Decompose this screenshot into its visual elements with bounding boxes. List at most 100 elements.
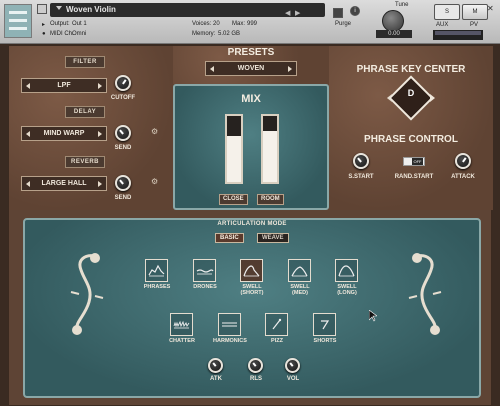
memory-label: Memory: (192, 31, 216, 37)
atk-knob[interactable] (208, 358, 223, 373)
camera-icon[interactable] (333, 8, 343, 18)
key-center-selector[interactable] (388, 75, 434, 121)
swell-med-icon (291, 266, 308, 277)
room-label: ROOM (257, 194, 284, 205)
drones-button[interactable] (193, 259, 216, 282)
articulation-section: ARTICULATION MODE BASIC WEAVE PHRASES DR… (23, 218, 481, 398)
mute-button[interactable]: M (462, 4, 488, 20)
prev-arrow-icon[interactable] (26, 131, 30, 137)
mode-basic-button[interactable]: BASIC (215, 233, 244, 243)
info-icon[interactable]: i (350, 6, 360, 16)
drones-label: DRONES (193, 284, 217, 290)
phrase-control-title: PHRASE CONTROL (364, 134, 458, 145)
phrase-key-center-title: PHRASE KEY CENTER (356, 64, 466, 75)
prev-arrow-icon[interactable] (26, 181, 30, 187)
preset-select[interactable]: WOVEN (205, 61, 297, 76)
kontakt-logo (4, 4, 32, 38)
reverb-send-knob[interactable] (115, 175, 131, 191)
instrument-panel: FILTER LPF CUTOFF DELAY MIND WARP SEND ⚙… (8, 45, 493, 406)
harmonics-button[interactable] (218, 313, 241, 336)
prev-icon[interactable]: ◀ (285, 9, 290, 17)
collapse-icon[interactable] (37, 4, 47, 14)
phrase-section: PHRASE KEY CENTER D PHRASE CONTROL S.STA… (329, 46, 493, 210)
next-arrow-icon[interactable] (98, 83, 102, 89)
cutoff-knob[interactable] (115, 75, 131, 91)
filter-type-select[interactable]: LPF (21, 78, 107, 93)
rls-label: RLS (250, 376, 262, 382)
rls-knob[interactable] (248, 358, 263, 373)
delay-title: DELAY (65, 106, 105, 118)
pizz-icon (272, 318, 282, 330)
phrases-label: PHRASES (143, 284, 171, 290)
tune-label: Tune (395, 2, 409, 8)
level-meter (433, 30, 483, 40)
shorts-label: SHORTS (313, 338, 337, 344)
attack-knob[interactable] (455, 153, 471, 169)
randstart-state: OFF (412, 158, 423, 165)
midi-icon: ● (42, 31, 46, 37)
next-arrow-icon[interactable] (288, 66, 292, 72)
aux-button[interactable]: AUX (436, 22, 448, 28)
randstart-toggle[interactable]: OFF (403, 157, 425, 166)
reverb-send-label: SEND (114, 195, 132, 201)
chevron-down-icon[interactable] (56, 6, 62, 10)
chatter-button[interactable] (170, 313, 193, 336)
phrases-icon (148, 264, 165, 277)
next-arrow-icon[interactable] (98, 131, 102, 137)
gear-icon[interactable]: ⚙ (151, 177, 158, 186)
vol-knob[interactable] (285, 358, 300, 373)
next-arrow-icon[interactable] (98, 181, 102, 187)
midi-label: MIDI Ch: (50, 31, 74, 37)
gear-icon[interactable]: ⚙ (151, 127, 158, 136)
mode-weave-button[interactable]: WEAVE (257, 233, 289, 243)
instrument-header: Woven Violin ◀ ▶ ▸ Output: Out 1 ● MIDI … (0, 0, 500, 44)
pv-button[interactable]: PV (470, 22, 478, 28)
next-icon[interactable]: ▶ (295, 9, 300, 17)
delay-type-value: MIND WARP (43, 130, 85, 137)
pizz-label: PIZZ (271, 338, 283, 344)
reverb-type-select[interactable]: LARGE HALL (21, 176, 107, 191)
key-center-value: D (407, 88, 415, 98)
presets-section: PRESETS WOVEN (173, 46, 329, 84)
delay-send-knob[interactable] (115, 125, 131, 141)
midi-value[interactable]: Omni (72, 31, 86, 37)
output-value[interactable]: Out 1 (72, 21, 87, 27)
sstart-knob[interactable] (353, 153, 369, 169)
swell-med-label: SWELL (MED) (290, 284, 310, 296)
solo-button[interactable]: S (434, 4, 460, 20)
mix-section: MIX CLOSE ROOM (173, 84, 329, 210)
phrases-button[interactable] (145, 259, 168, 282)
swell-long-button[interactable] (335, 259, 358, 282)
swell-long-icon (338, 265, 355, 277)
voices-value: 20 (213, 21, 220, 27)
close-icon[interactable]: ✕ (487, 4, 494, 13)
mouse-cursor-icon (369, 310, 377, 322)
delay-type-select[interactable]: MIND WARP (21, 126, 107, 141)
max-value[interactable]: 999 (247, 21, 257, 27)
instrument-name: Woven Violin (66, 5, 116, 14)
reverb-title: REVERB (65, 156, 105, 168)
presets-title: PRESETS (227, 47, 275, 58)
swell-short-icon (243, 265, 260, 277)
key-next-icon[interactable] (430, 94, 435, 102)
voices-label: Voices: (192, 21, 212, 27)
prev-arrow-icon[interactable] (210, 66, 214, 72)
shorts-button[interactable] (313, 313, 336, 336)
harmonics-icon (222, 322, 237, 327)
tune-value[interactable]: 0.00 (376, 30, 412, 38)
instrument-name-field[interactable]: Woven Violin ◀ ▶ (50, 3, 325, 17)
prev-arrow-icon[interactable] (26, 83, 30, 89)
close-fader[interactable] (225, 114, 243, 184)
attack-label: ATTACK (451, 174, 475, 180)
room-fader[interactable] (261, 114, 279, 184)
preset-value: WOVEN (237, 65, 265, 72)
sstart-label: S.START (348, 174, 374, 180)
swell-short-button[interactable] (240, 259, 263, 282)
pizz-button[interactable] (265, 313, 288, 336)
tune-knob[interactable] (382, 10, 404, 32)
purge-button[interactable]: Purge (335, 21, 351, 27)
vol-label: VOL (286, 376, 300, 382)
swell-med-button[interactable] (288, 259, 311, 282)
max-label: Max: (232, 21, 246, 27)
chatter-label: CHATTER (169, 338, 195, 344)
